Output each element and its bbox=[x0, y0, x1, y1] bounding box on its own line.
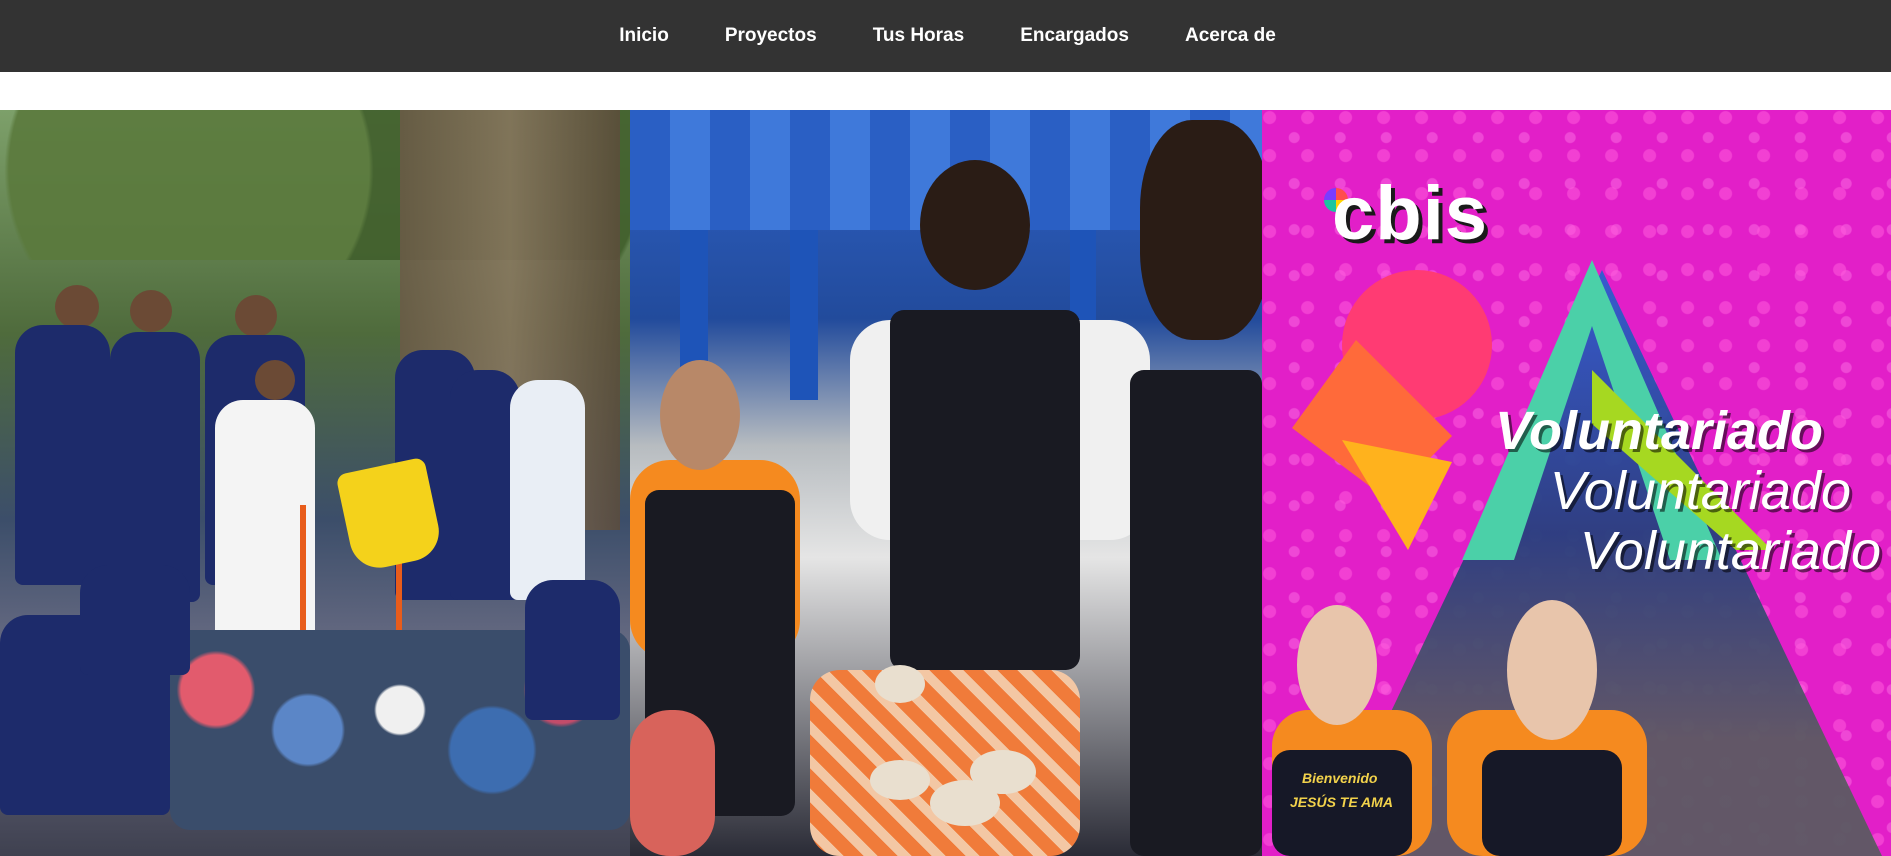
boy-apron-right-shape bbox=[1130, 370, 1262, 856]
red-bowl-shape bbox=[630, 710, 715, 856]
boy-apron-shape bbox=[890, 310, 1080, 670]
voluntariado-title-2: Voluntariado bbox=[1549, 461, 1851, 521]
gallery-banner-voluntariado: cbis Voluntariado Voluntariado Voluntari… bbox=[1262, 110, 1891, 856]
pupusa-shape bbox=[870, 760, 930, 800]
girl-head bbox=[660, 360, 740, 470]
student-head bbox=[235, 295, 277, 337]
girl-apron-shape-right bbox=[1482, 750, 1622, 856]
student-figure bbox=[15, 325, 110, 585]
photo-gallery: cbis Voluntariado Voluntariado Voluntari… bbox=[0, 110, 1891, 856]
student-figure bbox=[110, 332, 200, 602]
student-figure bbox=[510, 380, 585, 600]
voluntariado-title-3: Voluntariado bbox=[1579, 521, 1881, 581]
student-sitting bbox=[80, 565, 190, 675]
gallery-photo-food-preparation bbox=[630, 110, 1262, 856]
gallery-photo-clothes-donation bbox=[0, 110, 630, 856]
pupusa-shape bbox=[970, 750, 1036, 794]
boy-head bbox=[920, 160, 1030, 290]
cbis-logo: cbis bbox=[1332, 171, 1489, 256]
girl-face bbox=[1297, 605, 1377, 725]
nav-link-proyectos[interactable]: Proyectos bbox=[697, 25, 845, 47]
nav-link-tus-horas[interactable]: Tus Horas bbox=[845, 25, 993, 47]
boy-head-right bbox=[1140, 120, 1262, 340]
student-sitting bbox=[525, 580, 620, 720]
nav-link-encargados[interactable]: Encargados bbox=[992, 25, 1157, 47]
voluntariado-title-1: Voluntariado bbox=[1494, 401, 1823, 461]
pillar-shape bbox=[790, 230, 818, 400]
top-navigation-bar: Inicio Proyectos Tus Horas Encargados Ac… bbox=[0, 0, 1891, 72]
pupusa-shape bbox=[875, 665, 925, 703]
student-head bbox=[255, 360, 295, 400]
student-head bbox=[130, 290, 172, 332]
nav-link-acerca-de[interactable]: Acerca de bbox=[1157, 25, 1304, 47]
basket-shape bbox=[810, 670, 1080, 856]
apron-text-2: JESÚS TE AMA bbox=[1290, 794, 1393, 810]
main-menu: Inicio Proyectos Tus Horas Encargados Ac… bbox=[591, 25, 1304, 47]
student-head bbox=[55, 285, 99, 329]
apron-text-1: Bienvenido bbox=[1302, 770, 1378, 786]
girl-face-right bbox=[1507, 600, 1597, 740]
nav-link-inicio[interactable]: Inicio bbox=[591, 25, 697, 47]
